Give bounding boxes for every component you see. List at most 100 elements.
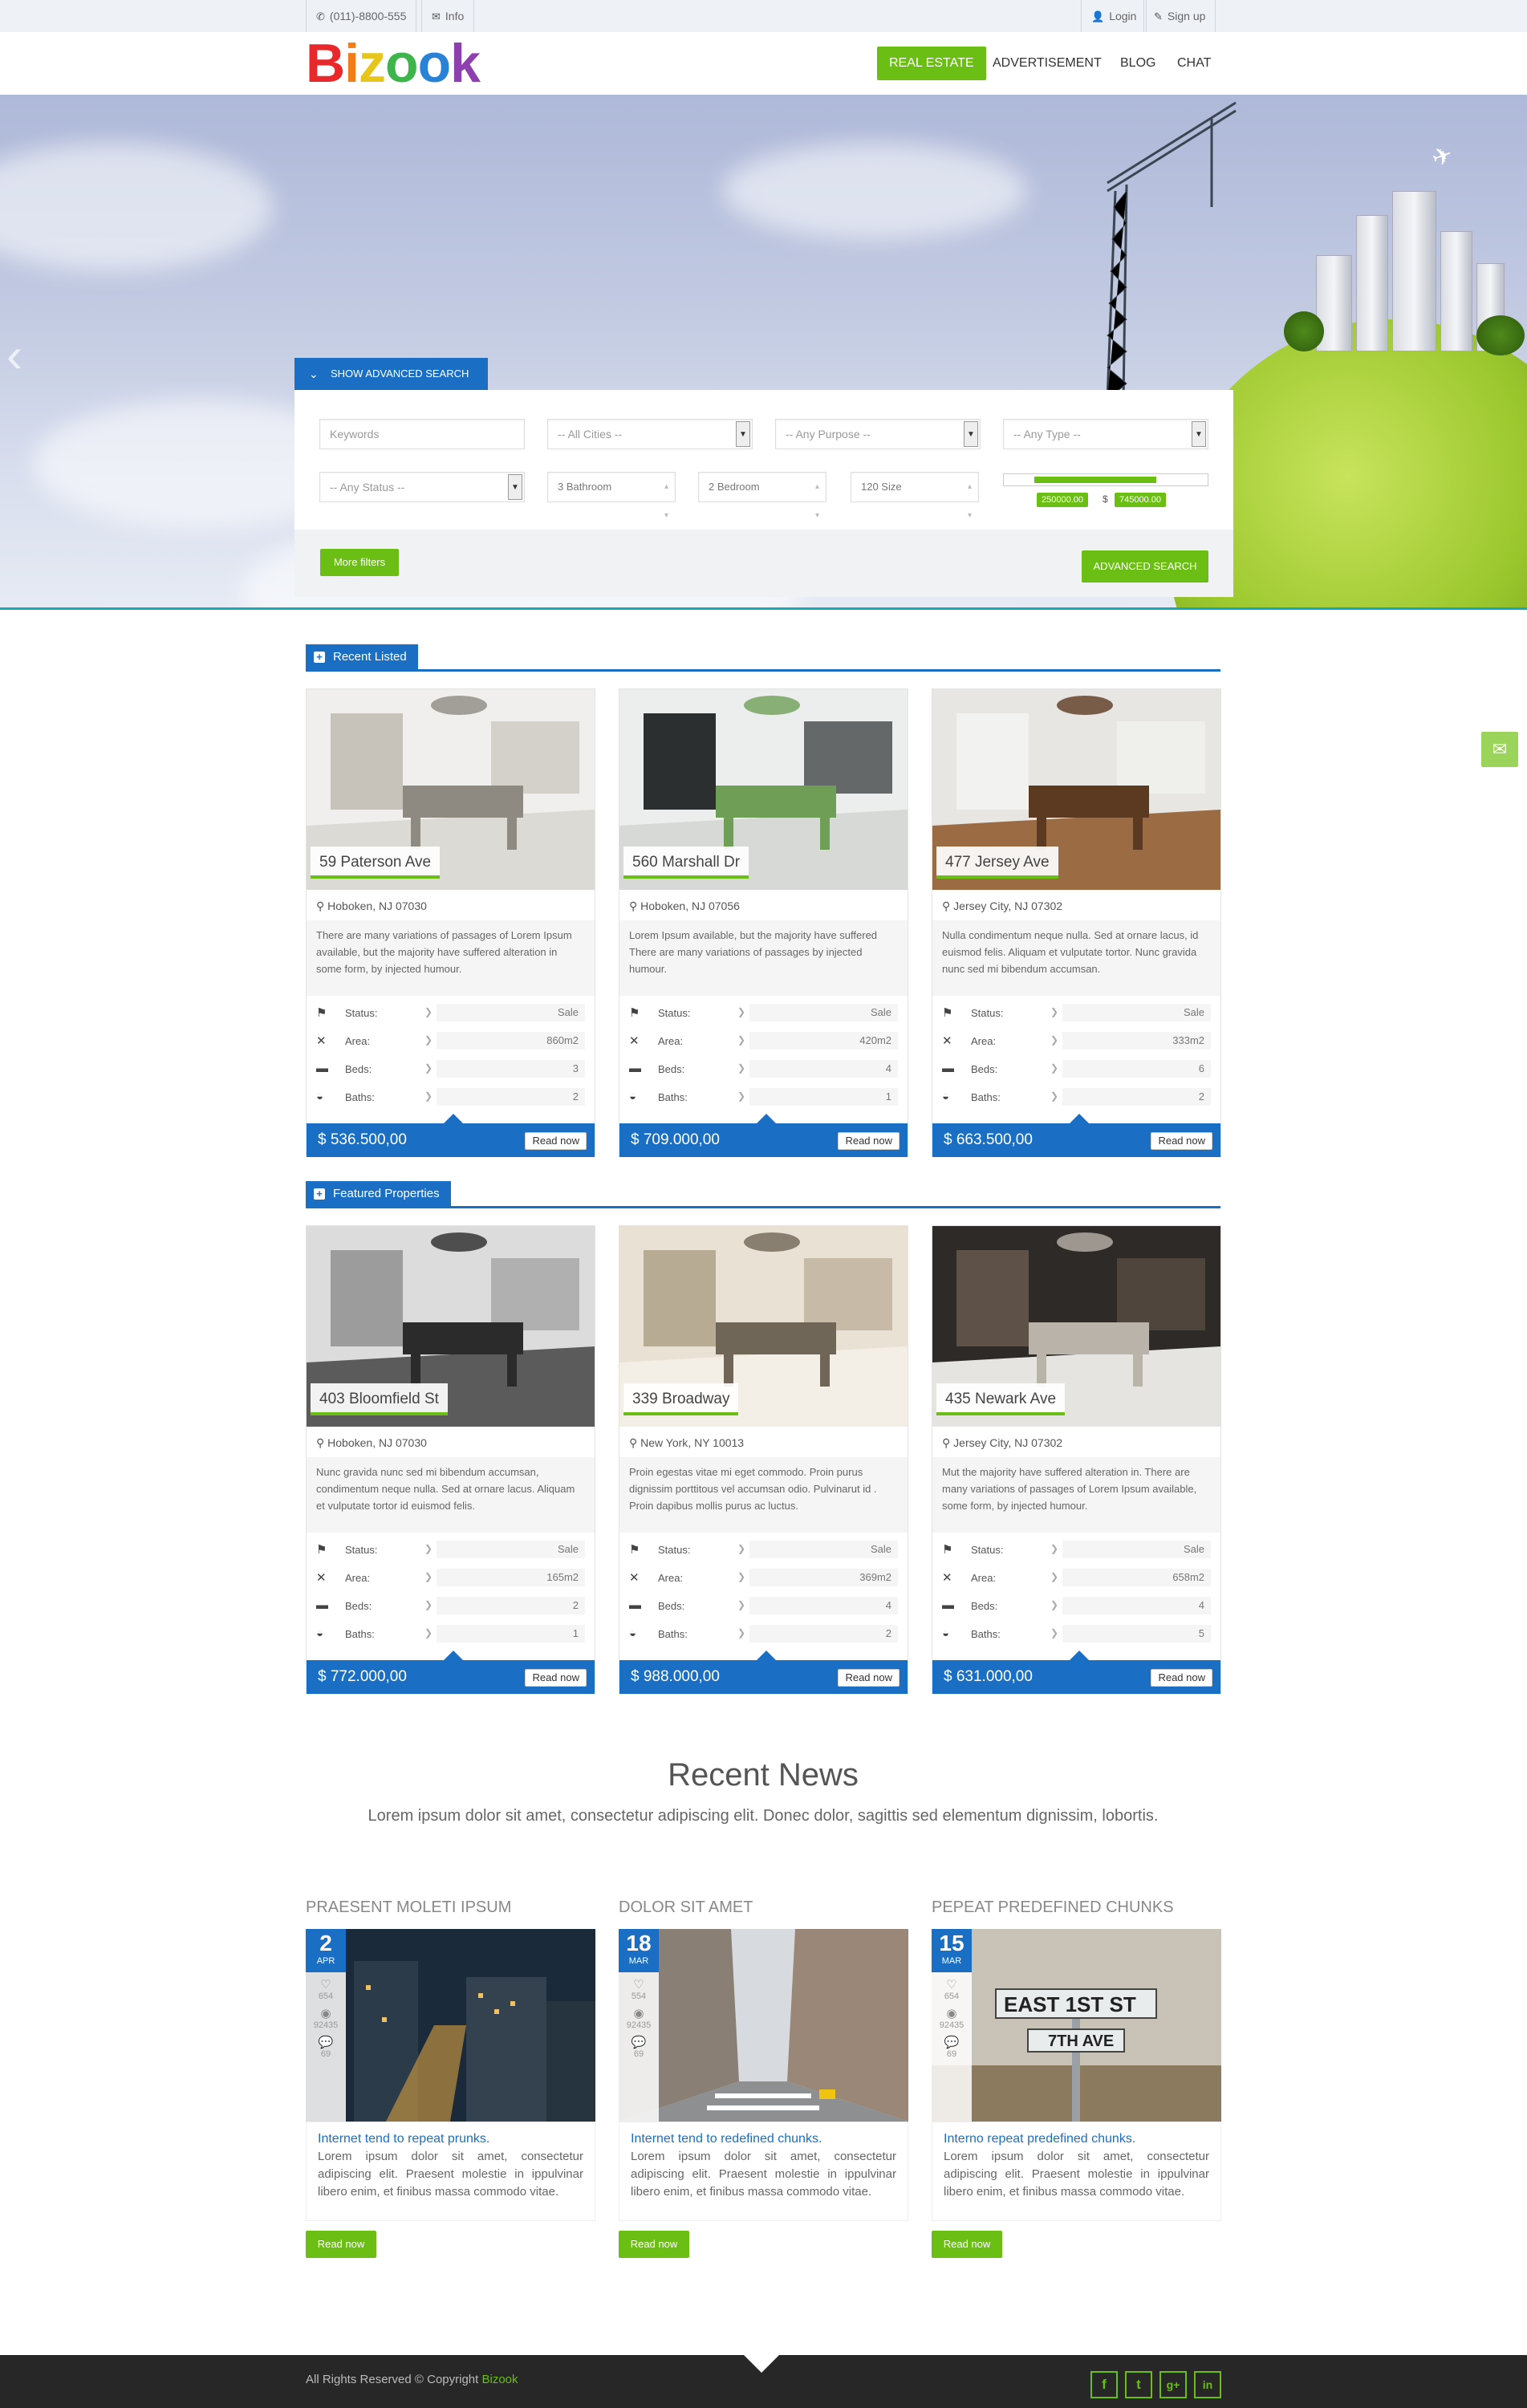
city-select[interactable]: -- All Cities -- ▼ [547,419,753,449]
comment-icon[interactable]: 💬 [619,2035,659,2049]
news-heading[interactable]: PRAESENT MOLETI IPSUM [306,1898,511,1917]
eye-icon: ◉ [946,2007,957,2020]
news-photo[interactable]: 18 MAR ♡ 554 ◉ 92435 💬 69 [619,1929,908,2122]
property-address[interactable]: 339 Broadway [623,1383,739,1415]
resize-icon: ✕ [629,1034,640,1048]
price-range-fill [1034,477,1157,483]
phone-link[interactable]: ✆ (011)-8800-555 [306,0,417,32]
news-photo[interactable]: EAST 1ST ST 7TH AVE 15 MAR ♡ 654 ◉ 92435 💬 69 [932,1929,1221,2122]
property-card[interactable]: 560 Marshall Dr ⚲ Hoboken, NJ 07056 Lorem … [619,688,908,1157]
map-marker-icon: ⚲ [316,1436,325,1449]
property-address[interactable]: 435 Newark Ave [936,1383,1066,1415]
news-link[interactable]: Interno repeat predefined chunks. [944,2130,1209,2148]
chevron-right-icon: ❯ [1050,1543,1059,1554]
property-address[interactable]: 477 Jersey Ave [936,847,1058,879]
chevron-down-icon: ⌄ [309,367,319,380]
bathtub-icon: ◒ [942,1090,950,1103]
property-beds-value: 3 [437,1060,585,1078]
news-link[interactable]: Internet tend to repeat prunks. [318,2130,583,2148]
property-description: There are many variations of passages of… [307,920,595,996]
bathroom-stepper[interactable]: 3 Bathroom ▴ ▾ [547,472,676,520]
comment-icon[interactable]: 💬 [932,2035,972,2049]
property-card[interactable]: 477 Jersey Ave ⚲ Jersey City, NJ 07302 Nul… [932,688,1221,1157]
logo-letter: i [344,33,359,94]
size-stepper[interactable]: 120 Size ▴ ▾ [851,472,979,520]
nav-advertisement[interactable]: ADVERTISEMENT [981,47,1114,80]
linkedin-icon[interactable]: in [1194,2371,1221,2398]
news-heading[interactable]: DOLOR SIT AMET [619,1898,753,1917]
top-bar: ✆ (011)-8800-555 ✉ Info 👤 Login ✎ Sign up [0,0,1527,32]
advanced-search-panel: Keywords -- All Cities -- ▼ -- Any Purpos… [294,390,1233,597]
read-now-button[interactable]: Read now [1151,1669,1212,1687]
nav-blog[interactable]: BLOG [1108,47,1168,80]
comment-icon[interactable]: 💬 [306,2035,346,2049]
property-card[interactable]: 403 Bloomfield St ⚲ Hoboken, NJ 07030 Nunc… [306,1225,595,1694]
purpose-select[interactable]: -- Any Purpose -- ▼ [775,419,981,449]
heart-icon[interactable]: ♡ [619,1977,659,1992]
info-link[interactable]: ✉ Info [421,0,475,32]
stepper-arrows-icon[interactable]: ▴ ▾ [664,473,668,530]
facebook-icon[interactable]: f [1090,2371,1118,2398]
dropdown-arrow-icon: ▼ [736,421,750,447]
property-baths-value: 1 [437,1625,585,1643]
property-address[interactable]: 403 Bloomfield St [311,1383,448,1415]
heart-icon[interactable]: ♡ [932,1977,972,1992]
news-read-now-button[interactable]: Read now [619,2231,689,2258]
stepper-arrows-icon[interactable]: ▴ ▾ [968,473,972,530]
logo-letter: B [306,33,345,94]
price-range-slider[interactable] [1003,473,1208,486]
property-baths-value: 1 [749,1088,898,1106]
property-beds-label: Beds: [345,1063,372,1075]
status-select-value: -- Any Status -- [330,481,405,493]
heart-icon[interactable]: ♡ [306,1977,346,1992]
news-link[interactable]: Internet tend to redefined chunks. [631,2130,896,2148]
price-notch [444,1651,463,1660]
property-card[interactable]: 59 Paterson Ave ⚲ Hoboken, NJ 07030 There … [306,688,595,1157]
cloud [0,143,273,271]
type-select[interactable]: -- Any Type -- ▼ [1003,419,1208,449]
news-read-now-button[interactable]: Read now [932,2231,1002,2258]
more-filters-button[interactable]: More filters [320,549,399,576]
property-address[interactable]: 59 Paterson Ave [311,847,441,879]
property-baths-row: ◒ Baths: ❯ 2 [942,1088,1211,1107]
login-link[interactable]: 👤 Login [1081,0,1147,32]
property-location: ⚲ Hoboken, NJ 07056 [629,899,740,913]
nav-chat[interactable]: CHAT [1165,47,1223,80]
advanced-search-button[interactable]: ADVANCED SEARCH [1082,550,1208,583]
read-now-button[interactable]: Read now [525,1132,587,1150]
bedroom-stepper[interactable]: 2 Bedroom ▴ ▾ [698,472,826,520]
status-select[interactable]: -- Any Status -- ▼ [319,472,525,502]
envelope-icon[interactable]: ✉ [1481,732,1518,767]
copyright-brand-link[interactable]: Bizook [481,2373,518,2386]
news-heading[interactable]: PEPEAT PREDEFINED CHUNKS [932,1898,1174,1917]
slider-prev-icon[interactable]: ‹ [6,327,22,383]
twitter-icon[interactable]: t [1125,2371,1152,2398]
keywords-input[interactable]: Keywords [319,419,525,449]
flag-icon: ⚑ [942,1543,953,1557]
news-views: 92435 [939,2020,965,2030]
property-baths-value: 2 [1062,1088,1211,1106]
read-now-button[interactable]: Read now [1151,1132,1212,1150]
resize-icon: ✕ [316,1571,327,1585]
signup-link[interactable]: ✎ Sign up [1143,0,1216,32]
price-range-min: 250000.00 [1037,493,1088,507]
news-day: 18 [626,1931,652,1955]
property-card[interactable]: 435 Newark Ave ⚲ Jersey City, NJ 07302 Mut… [932,1225,1221,1694]
read-now-button[interactable]: Read now [838,1669,900,1687]
nav-real-estate[interactable]: REAL ESTATE [877,47,986,80]
bathtub-icon: ◒ [316,1626,324,1640]
read-now-button[interactable]: Read now [838,1132,900,1150]
logo[interactable]: Bizook [306,33,481,94]
phone-number: (011)-8800-555 [329,10,407,22]
google-plus-icon[interactable]: g+ [1159,2371,1187,2398]
property-card[interactable]: 339 Broadway ⚲ New York, NY 10013 Proin eg… [619,1225,908,1694]
stepper-arrows-icon[interactable]: ▴ ▾ [815,473,819,530]
property-address[interactable]: 560 Marshall Dr [623,847,749,879]
read-now-button[interactable]: Read now [525,1669,587,1687]
news-photo[interactable]: 2 APR ♡ 654 ◉ 92435 💬 69 [306,1929,595,2122]
news-read-now-button[interactable]: Read now [306,2231,376,2258]
show-advanced-search-button[interactable]: ⌄ SHOW ADVANCED SEARCH [294,358,488,390]
map-marker-icon: ⚲ [316,899,325,912]
price-bar: $ 663.500,00 Read now [932,1123,1220,1157]
property-area-value: 860m2 [437,1032,585,1050]
